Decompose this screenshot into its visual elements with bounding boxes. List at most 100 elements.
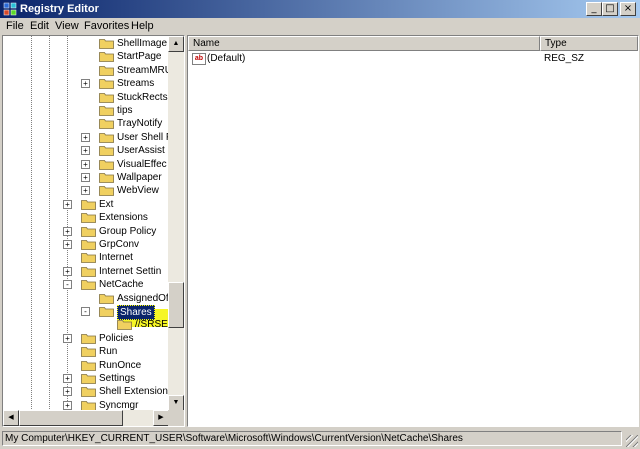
menu-view[interactable]: View [55, 20, 79, 33]
tree-item[interactable]: RunOnce [3, 359, 169, 372]
expand-icon[interactable]: + [63, 240, 72, 249]
tree-item[interactable]: + Settings [3, 372, 169, 385]
tree-item[interactable]: TrayNotify [3, 117, 169, 130]
scrollbar-corner [168, 410, 184, 426]
expand-icon[interactable]: + [81, 132, 90, 142]
tree-item[interactable]: + User Shell F [3, 131, 169, 144]
tree-item-label: Group Policy [99, 225, 157, 237]
column-header-type[interactable]: Type [540, 36, 638, 51]
folder-icon [81, 213, 96, 224]
expand-icon[interactable]: + [63, 266, 72, 276]
tree-item[interactable]: + VisualEffec [3, 158, 169, 171]
registry-tree[interactable]: ShellImage StartPage StreamMRU + Streams Stuc… [3, 36, 169, 411]
expand-icon[interactable]: + [63, 374, 72, 383]
tree-item-label: Internet [99, 252, 133, 264]
tree-item[interactable]: + Policies [3, 332, 169, 345]
tree-item[interactable]: AssignedOf [3, 292, 169, 305]
folder-icon [99, 173, 114, 183]
tree-item-label: UserAssist [117, 145, 165, 157]
expand-icon[interactable]: + [63, 226, 72, 236]
folder-icon [81, 253, 96, 264]
tree-item[interactable]: Internet [3, 251, 169, 264]
folder-icon [81, 266, 96, 277]
folder-icon [99, 186, 114, 197]
close-button[interactable]: × [620, 2, 636, 16]
expand-icon[interactable]: + [63, 199, 72, 209]
tree-item[interactable]: StreamMRU [3, 64, 169, 77]
tree-item-label: Shell Extension [99, 386, 168, 398]
tree-vscroll-thumb[interactable] [168, 282, 184, 328]
scroll-right-button[interactable]: ▶ [153, 410, 169, 426]
folder-icon [81, 226, 96, 237]
tree-item[interactable]: StartPage [3, 50, 169, 63]
status-bar: My Computer\HKEY_CURRENT_USER\Software\M… [0, 429, 640, 449]
resize-grip-icon[interactable] [626, 435, 638, 447]
expand-icon[interactable]: + [63, 333, 72, 343]
tree-horizontal-scrollbar[interactable]: ◀ ▶ [3, 410, 169, 426]
tree-item[interactable]: Extensions [3, 211, 169, 224]
expand-icon[interactable]: + [63, 387, 72, 397]
column-header-name[interactable]: Name [188, 36, 540, 51]
collapse-icon[interactable]: - [63, 280, 72, 290]
tree-vertical-scrollbar[interactable]: ▲ ▼ [168, 36, 184, 411]
menu-file[interactable]: File [6, 20, 24, 33]
folder-icon [81, 360, 96, 371]
tree-item[interactable]: //SRSE [3, 318, 169, 331]
registry-tree-pane[interactable]: ShellImage StartPage StreamMRU + Streams Stuc… [2, 35, 185, 427]
string-value-icon: ab [192, 53, 206, 65]
expand-icon[interactable]: + [81, 186, 90, 196]
close-icon: × [623, 3, 633, 14]
folder-icon [81, 240, 96, 250]
folder-icon [99, 159, 114, 170]
scroll-down-button[interactable]: ▼ [168, 395, 184, 411]
tree-item[interactable]: + WebView [3, 184, 169, 197]
tree-item[interactable]: + Ext [3, 198, 169, 211]
value-type: REG_SZ [544, 53, 585, 64]
status-path: My Computer\HKEY_CURRENT_USER\Software\M… [2, 431, 622, 446]
scroll-left-button[interactable]: ◀ [3, 410, 19, 426]
tree-item[interactable]: - NetCache [3, 278, 169, 291]
maximize-button[interactable]: □ [602, 2, 618, 16]
collapse-icon[interactable]: - [81, 307, 90, 316]
expand-icon[interactable]: + [81, 79, 90, 89]
tree-item[interactable]: tips [3, 104, 169, 117]
tree-item-label: TrayNotify [117, 118, 163, 130]
expand-icon[interactable]: + [81, 159, 90, 169]
tree-hscroll-thumb[interactable] [19, 410, 123, 426]
tree-item-label: Ext [99, 198, 114, 210]
menu-help[interactable]: Help [131, 20, 154, 33]
minimize-icon: _ [591, 3, 597, 14]
minimize-button[interactable]: _ [586, 2, 602, 16]
tree-item[interactable]: - Shares [3, 305, 169, 320]
tree-item[interactable]: + UserAssist [3, 144, 169, 157]
tree-item[interactable]: StuckRects [3, 91, 169, 104]
folder-icon [81, 347, 96, 358]
tree-item[interactable]: Run [3, 345, 169, 358]
tree-item[interactable]: + Shell Extension [3, 385, 169, 398]
menu-favorites[interactable]: Favorites [84, 20, 129, 33]
folder-icon [99, 293, 114, 304]
tree-item-label: Policies [99, 332, 134, 344]
menu-edit[interactable]: Edit [30, 20, 49, 33]
tree-item-label: User Shell F [117, 131, 169, 143]
folder-icon [99, 65, 114, 76]
scroll-up-button[interactable]: ▲ [168, 36, 184, 52]
expand-icon[interactable]: + [81, 146, 90, 156]
arrow-down-icon: ▼ [172, 399, 180, 406]
title-bar[interactable]: Registry Editor _ □ × [0, 0, 640, 18]
folder-icon [81, 374, 96, 384]
tree-item[interactable]: + Internet Settin [3, 265, 169, 278]
tree-item-label: //SRSE [135, 319, 168, 331]
tree-item[interactable]: + Group Policy [3, 225, 169, 238]
tree-item[interactable]: + Wallpaper [3, 171, 169, 184]
registry-values-pane[interactable]: Name Type ab (Default) REG_SZ [187, 35, 639, 427]
tree-item[interactable]: ShellImage [3, 37, 169, 50]
expand-icon[interactable]: + [63, 400, 72, 410]
tree-item[interactable]: + Streams [3, 77, 169, 90]
expand-icon[interactable]: + [81, 173, 90, 182]
list-item[interactable]: ab (Default) REG_SZ [188, 52, 638, 66]
folder-icon [99, 307, 114, 317]
tree-item-label: Extensions [99, 212, 148, 224]
folder-icon [99, 146, 114, 157]
tree-item[interactable]: + GrpConv [3, 238, 169, 251]
